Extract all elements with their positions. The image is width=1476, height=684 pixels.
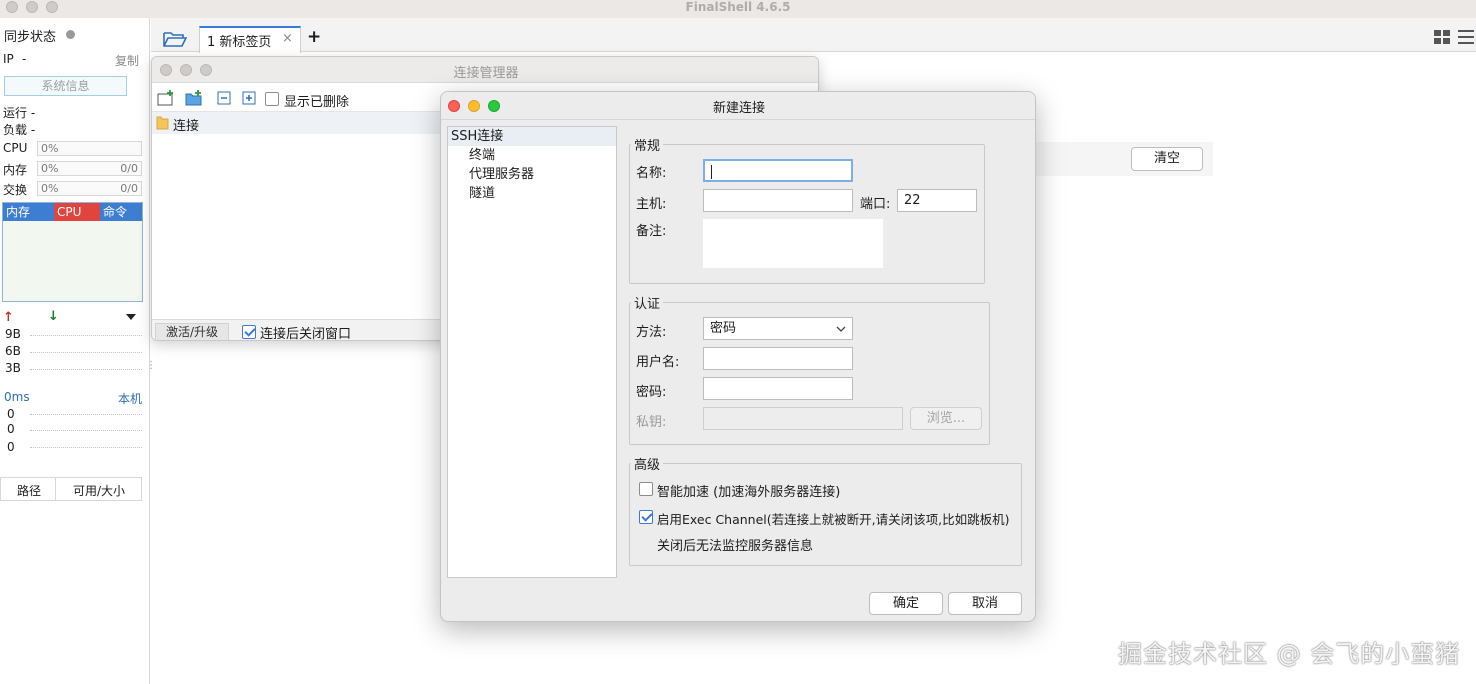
process-col-command[interactable]: 命令 <box>100 203 142 221</box>
grid-view-icon[interactable] <box>1434 30 1450 44</box>
ip-label: IP <box>3 52 14 66</box>
latency-tick-3: 0 <box>7 440 15 454</box>
net-tick-1: 9B <box>5 327 21 341</box>
open-folder-icon[interactable] <box>163 30 187 48</box>
auth-method-select[interactable]: 密码 <box>703 317 853 340</box>
browse-button[interactable]: 浏览... <box>910 407 982 430</box>
add-tab-button[interactable]: + <box>307 27 321 47</box>
download-arrow-icon: ↓ <box>48 309 59 324</box>
main-titlebar: FinalShell 4.6.5 <box>0 0 1476 18</box>
expand-all-icon[interactable] <box>241 90 259 106</box>
name-input[interactable] <box>703 159 853 182</box>
load-label: 负载 - <box>3 123 36 137</box>
exec-channel-checkbox[interactable] <box>639 510 653 524</box>
app-title: FinalShell 4.6.5 <box>685 0 791 14</box>
tree-root-label: 连接 <box>173 119 200 134</box>
show-deleted-label: 显示已删除 <box>284 95 350 110</box>
copy-ip-button[interactable]: 复制 <box>115 52 139 69</box>
cancel-button[interactable]: 取消 <box>948 592 1022 615</box>
name-label: 名称: <box>636 166 667 181</box>
tree-item-terminal[interactable]: 终端 <box>448 146 616 165</box>
tab-label: 1 新标签页 <box>207 35 272 50</box>
show-deleted-checkbox[interactable] <box>265 92 279 106</box>
memory-usage-bar: 0% 0/0 <box>37 161 142 176</box>
private-key-input[interactable] <box>703 407 903 430</box>
auth-legend: 认证 <box>631 293 664 312</box>
sync-status-dot <box>66 30 75 39</box>
tree-item-proxy[interactable]: 代理服务器 <box>448 165 616 184</box>
menu-list-icon[interactable] <box>1458 30 1474 44</box>
connection-type-tree: SSH连接 终端 代理服务器 隧道 <box>447 126 617 578</box>
watermark: 掘金技术社区 @ 会飞的小蛮猪 <box>1118 640 1461 668</box>
system-info-button[interactable]: 系统信息 <box>4 76 127 96</box>
port-input[interactable]: 22 <box>897 189 977 212</box>
clear-button[interactable]: 清空 <box>1131 147 1203 171</box>
upload-arrow-icon: ↑ <box>3 310 14 325</box>
note-label: 备注: <box>636 224 667 239</box>
username-input[interactable] <box>703 347 853 370</box>
cpu-label: CPU <box>3 141 28 155</box>
memory-label: 内存 <box>3 163 28 177</box>
new-connection-dialog: 新建连接 SSH连接 终端 代理服务器 隧道 常规 名称: 主机: 端口: 22… <box>440 91 1036 622</box>
close-after-connect-checkbox[interactable] <box>242 325 256 339</box>
tab-close-icon[interactable]: × <box>282 31 293 46</box>
net-tick-2: 6B <box>5 344 21 358</box>
username-label: 用户名: <box>636 355 680 370</box>
disk-col-path[interactable]: 路径 <box>17 482 41 499</box>
disk-col-size[interactable]: 可用/大小 <box>73 482 125 499</box>
swap-usage-bar: 0% 0/0 <box>37 181 142 196</box>
latency-tick-1: 0 <box>7 407 15 421</box>
sync-status-label: 同步状态 <box>4 30 57 45</box>
private-key-label: 私钥: <box>636 415 667 430</box>
process-table[interactable]: 内存 CPU 命令 <box>2 202 143 302</box>
process-col-memory[interactable]: 内存 <box>3 203 54 221</box>
method-label: 方法: <box>636 325 667 340</box>
smart-accel-label: 智能加速 (加速海外服务器连接) <box>657 485 841 500</box>
tree-item-tunnel[interactable]: 隧道 <box>448 184 616 203</box>
host-label: 主机: <box>636 197 667 212</box>
chevron-down-icon <box>836 326 846 332</box>
cpu-usage-bar: 0% <box>37 141 142 156</box>
host-input[interactable] <box>703 189 853 212</box>
latency-host[interactable]: 本机 <box>118 390 142 407</box>
latency-tick-2: 0 <box>7 422 15 436</box>
connection-manager-titlebar: 连接管理器 <box>152 57 818 83</box>
running-label: 运行 - <box>3 106 36 120</box>
connection-manager-title: 连接管理器 <box>453 66 519 81</box>
left-status-panel: 同步状态 IP - 复制 系统信息 运行 - 负载 - CPU 0% 内存 0%… <box>0 18 156 684</box>
exec-channel-label: 启用Exec Channel(若连接上就被断开,请关闭该项,比如跳板机) <box>657 512 1010 527</box>
activate-upgrade-button[interactable]: 激活/升级 <box>155 323 229 340</box>
password-label: 密码: <box>636 385 667 400</box>
password-input[interactable] <box>703 377 853 400</box>
new-connection-icon[interactable] <box>157 90 175 106</box>
port-label: 端口: <box>860 197 891 212</box>
close-after-connect-label: 连接后关闭窗口 <box>260 327 352 341</box>
swap-label: 交换 <box>3 183 28 197</box>
folder-icon <box>156 116 169 130</box>
tree-item-ssh[interactable]: SSH连接 <box>448 127 616 146</box>
exec-channel-note: 关闭后无法监控服务器信息 <box>657 539 814 554</box>
general-legend: 常规 <box>631 135 664 154</box>
net-tick-3: 3B <box>5 361 21 375</box>
ok-button[interactable]: 确定 <box>869 592 943 615</box>
note-textarea[interactable] <box>703 219 883 268</box>
tab-new-tab[interactable]: 1 新标签页 × <box>199 26 301 53</box>
advanced-legend: 高级 <box>631 454 664 473</box>
new-folder-icon[interactable] <box>185 90 203 106</box>
collapse-all-icon[interactable] <box>216 90 234 106</box>
new-connection-titlebar: 新建连接 <box>441 92 1035 120</box>
new-connection-title: 新建连接 <box>712 101 765 116</box>
session-tab-bar: 1 新标签页 × + <box>151 18 1476 53</box>
network-interface-dropdown-icon[interactable] <box>126 314 136 320</box>
smart-accel-checkbox[interactable] <box>639 482 653 496</box>
disk-table-header: 路径 可用/大小 <box>0 477 142 501</box>
ip-value: - <box>22 52 27 66</box>
panel-resize-handle[interactable]: ⋮ <box>146 361 156 371</box>
process-col-cpu[interactable]: CPU <box>54 203 100 221</box>
latency-label: 0ms <box>4 390 30 404</box>
